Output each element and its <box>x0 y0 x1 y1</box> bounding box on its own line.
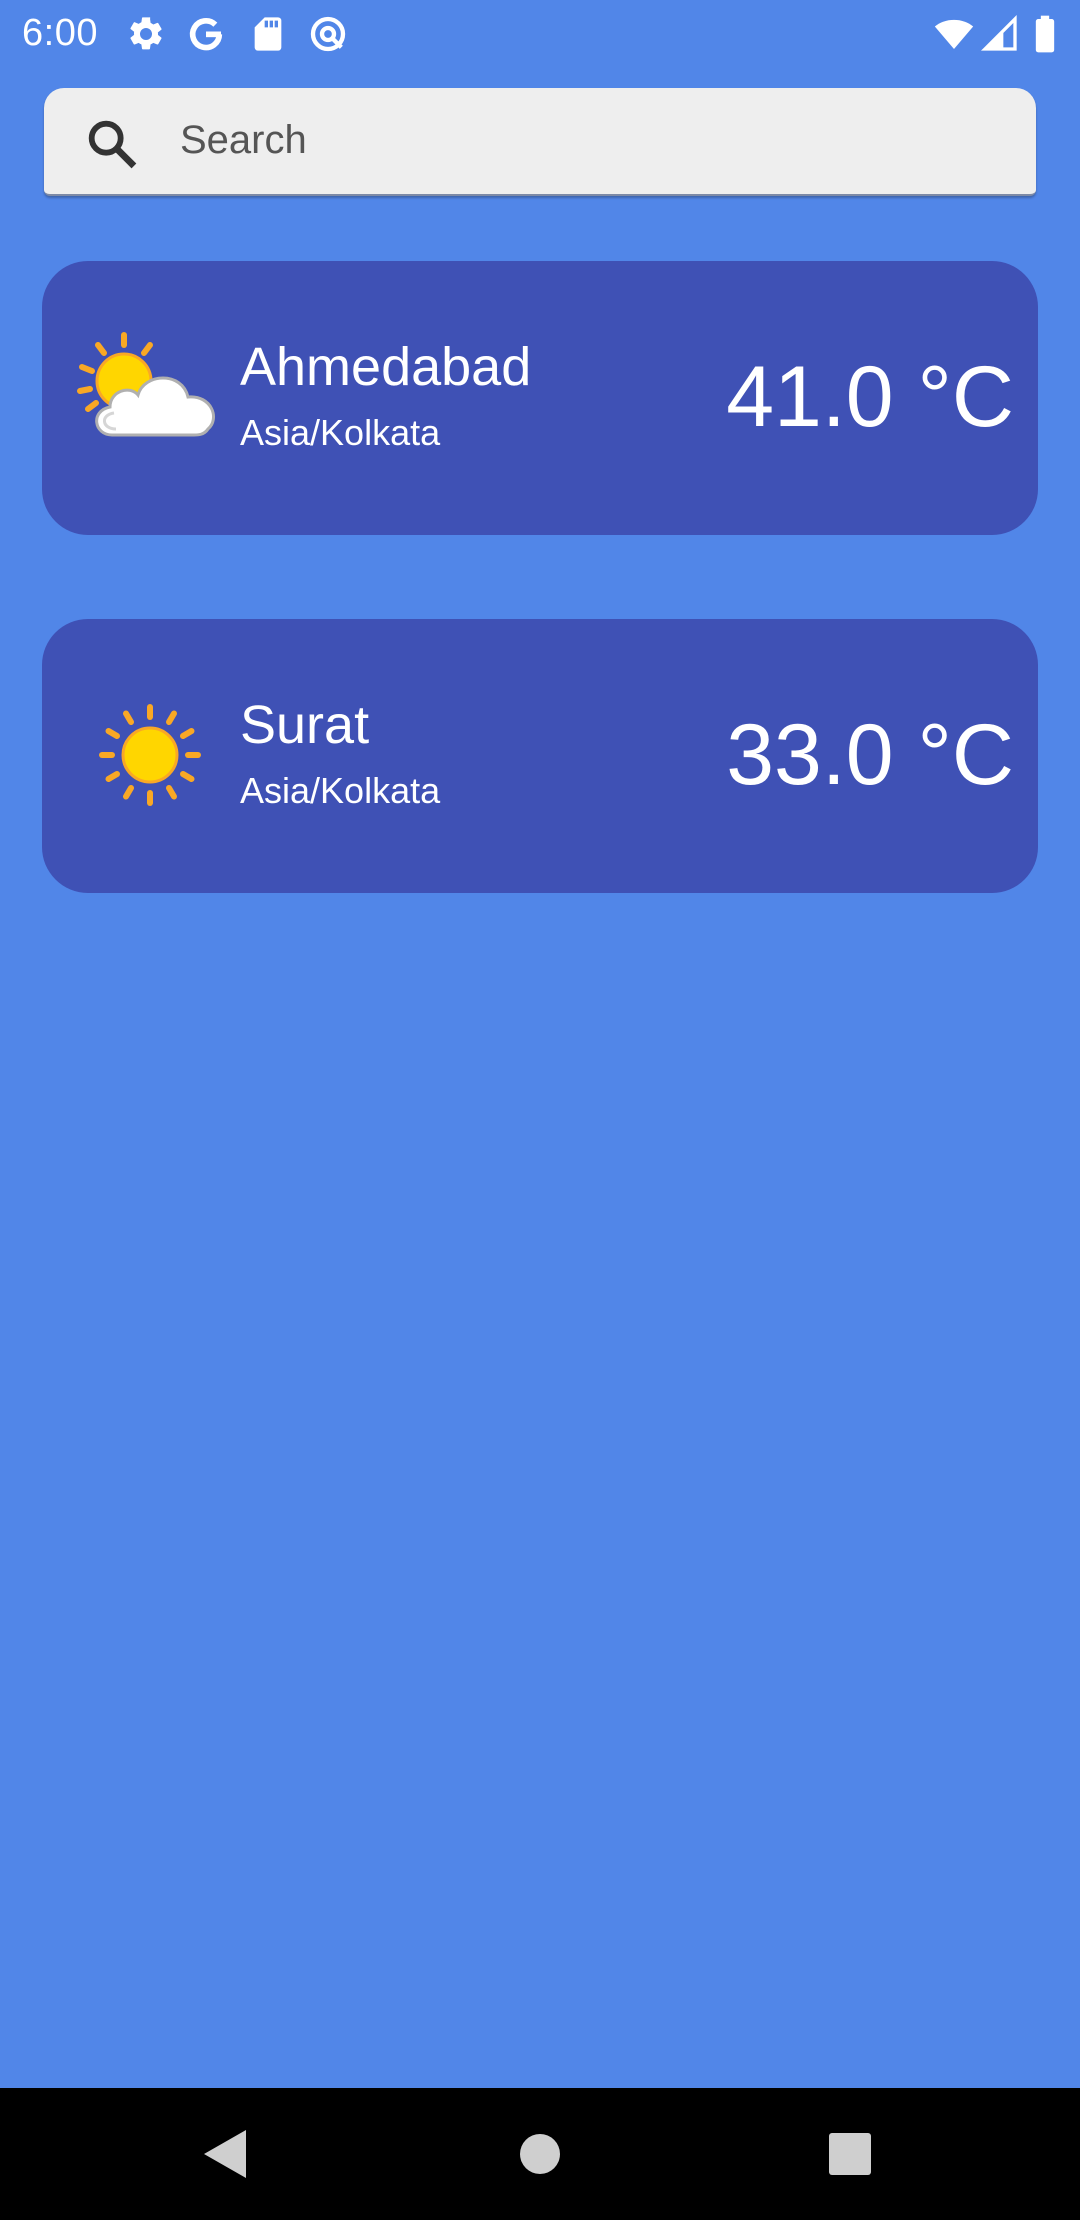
back-icon[interactable] <box>188 2116 264 2192</box>
city-card-ahmedabad[interactable]: Ahmedabad Asia/Kolkata 41.0 °C <box>42 261 1038 535</box>
navigation-bar <box>0 2088 1080 2220</box>
gear-icon <box>130 17 162 50</box>
city-name: Ahmedabad <box>240 337 532 397</box>
status-bar: 6:00 <box>0 0 1080 66</box>
search-icon[interactable] <box>82 114 140 172</box>
city-timezone: Asia/Kolkata <box>240 412 441 453</box>
sunny-icon <box>99 704 201 806</box>
city-card-surat[interactable]: Surat Asia/Kolkata 33.0 °C <box>42 619 1038 893</box>
wifi-icon <box>934 19 974 49</box>
sd-card-icon <box>254 17 282 51</box>
search-bar[interactable] <box>44 88 1036 196</box>
city-timezone: Asia/Kolkata <box>240 770 441 811</box>
status-time: 6:00 <box>22 12 98 54</box>
cell-signal-icon <box>980 14 1017 51</box>
search-input[interactable] <box>174 106 1006 174</box>
battery-icon <box>1035 15 1055 53</box>
vpn-at-icon <box>310 16 346 52</box>
google-g-icon <box>189 18 223 51</box>
home-icon[interactable] <box>502 2116 578 2192</box>
city-temperature: 41.0 °C <box>726 349 1014 445</box>
city-name: Surat <box>240 695 370 755</box>
partly-cloudy-icon <box>77 332 215 437</box>
recents-icon[interactable] <box>812 2116 888 2192</box>
city-temperature: 33.0 °C <box>726 707 1014 803</box>
